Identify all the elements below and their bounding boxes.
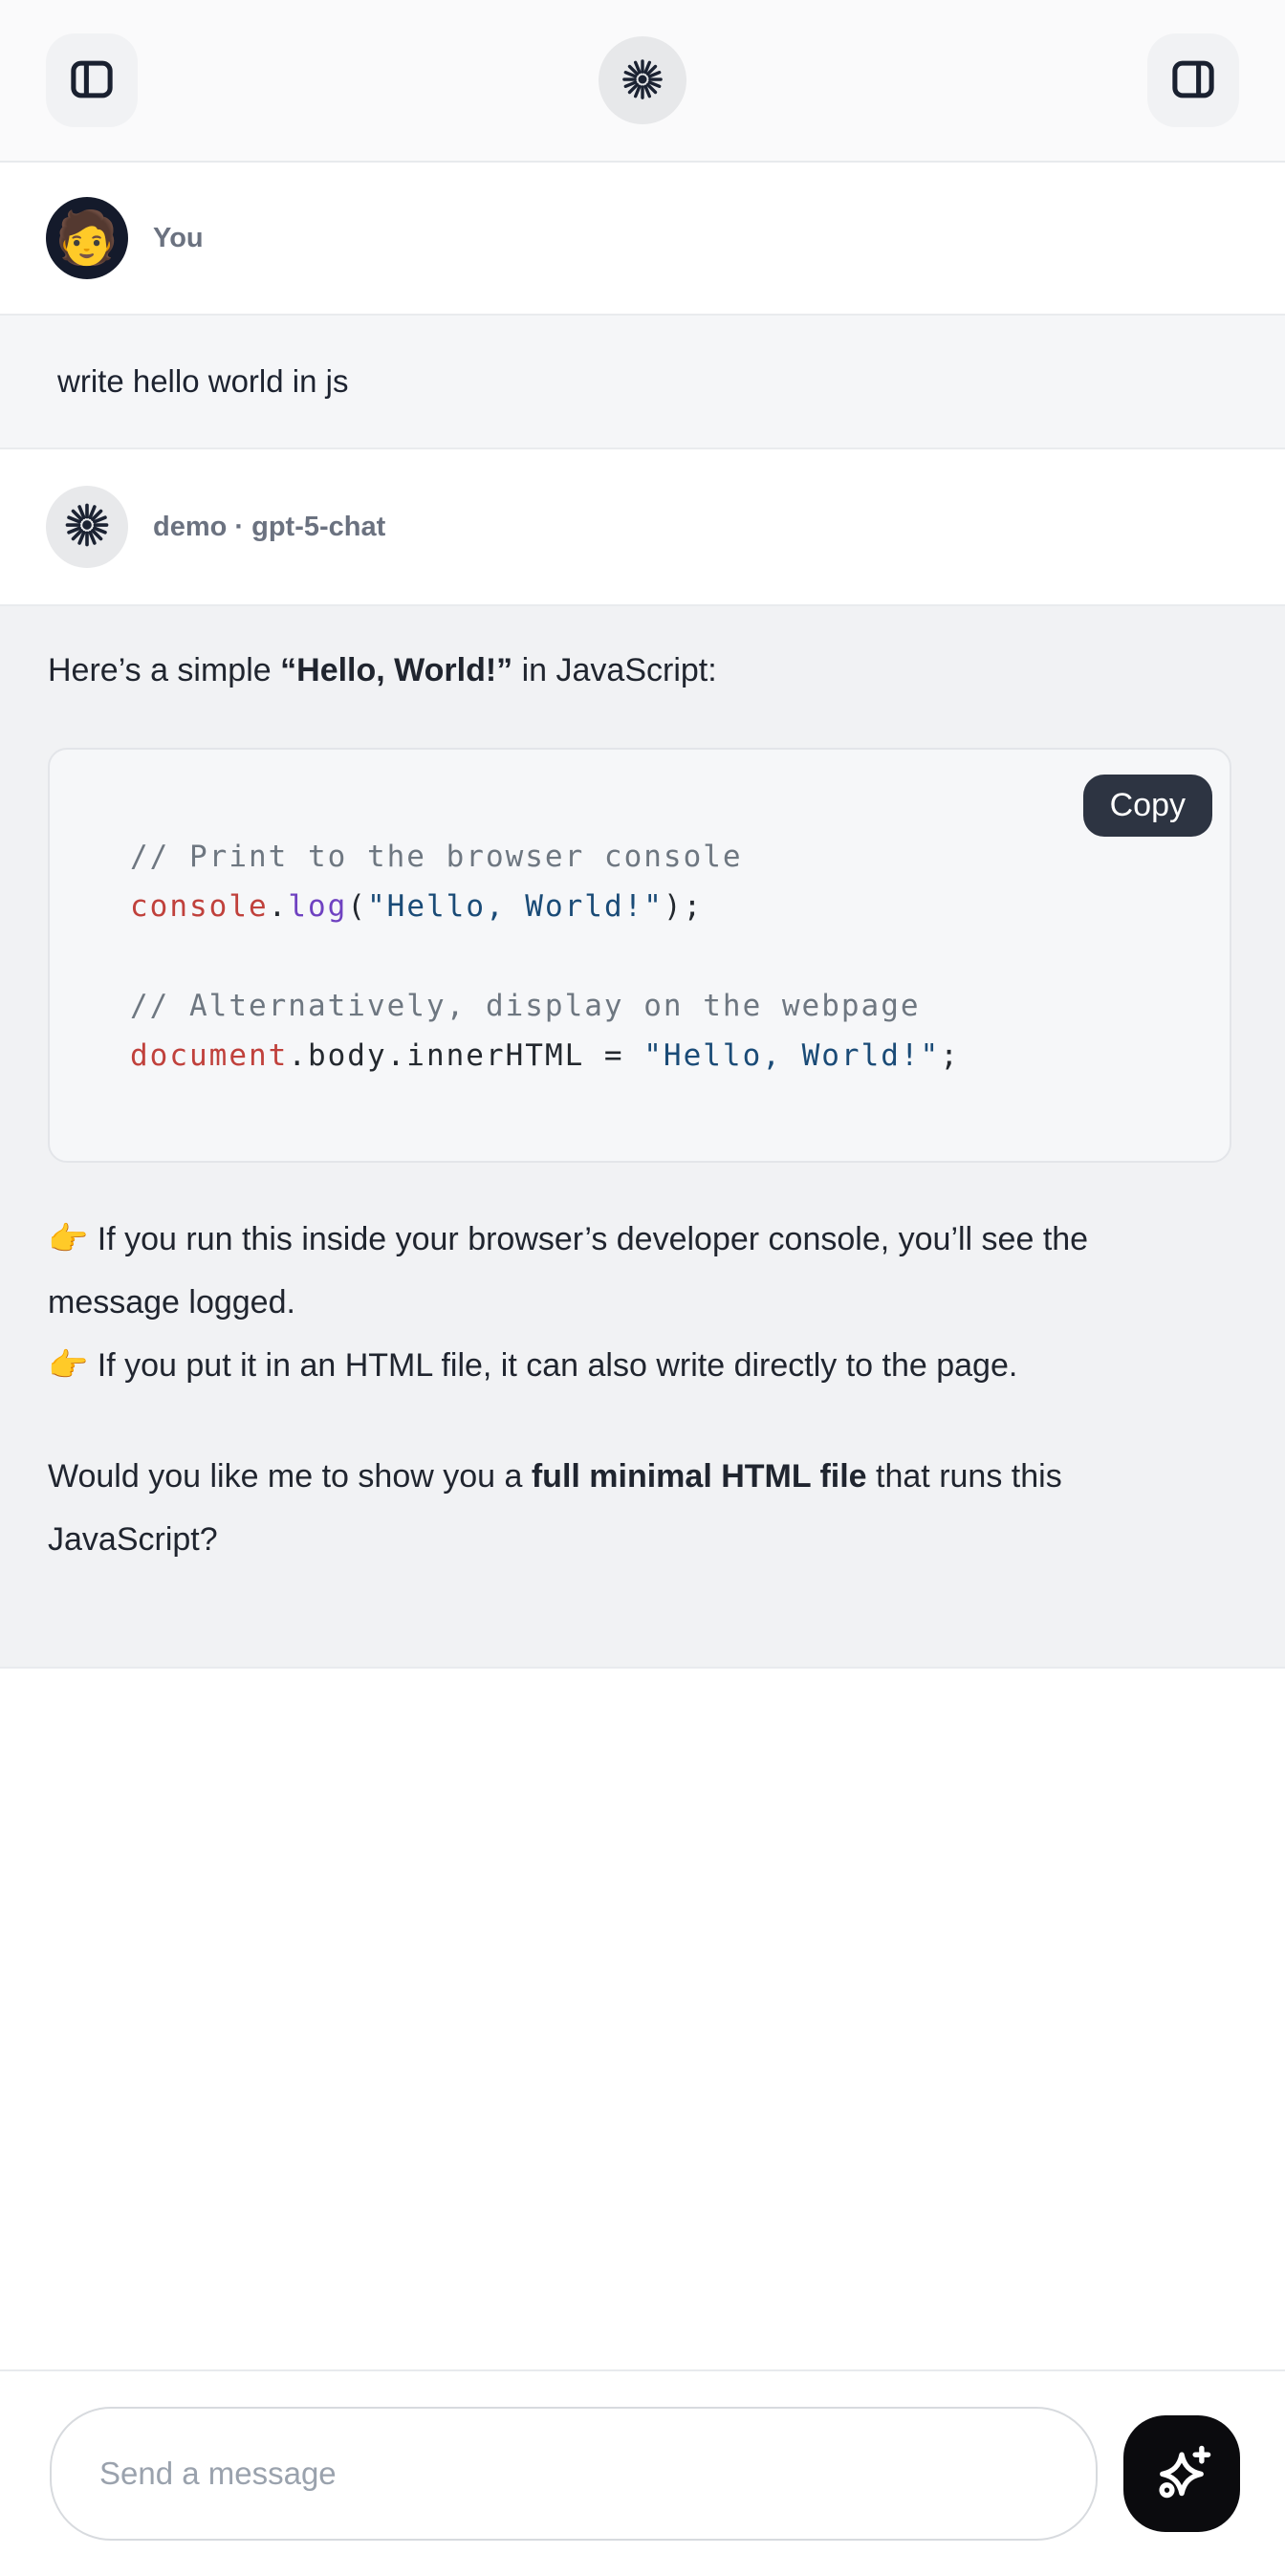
assistant-paragraph-html: 👉 If you put it in an HTML file, it can … [48,1334,1155,1397]
code-line: // Alternatively, display on the webpage [130,981,1201,1031]
assistant-paragraph-ask: Would you like me to show you a full min… [48,1445,1155,1571]
text-segment: 👉 If you put it in an HTML file, it can … [48,1347,1017,1384]
assistant-message-header: demo · gpt-5-chat [0,449,1285,604]
text-segment: Would you like me to show you a [48,1458,532,1495]
chat-empty-space [0,1669,1285,2369]
send-button[interactable] [1123,2415,1240,2532]
user-author-label: You [153,223,204,254]
assistant-author-label: demo · gpt-5-chat [153,512,385,543]
text-segment: full minimal HTML file [532,1458,867,1495]
starburst-icon [617,54,668,108]
sparkle-plus-icon [1148,2439,1215,2509]
starburst-icon [59,497,115,557]
user-message-header: 🧑 You [0,163,1285,314]
code-token-string: "Hello, World!" [643,1038,940,1073]
chat-app: 🧑 You write hello world in js [0,0,1285,2576]
code-line: // Print to the browser console [130,832,1201,882]
code-token-keyword: console [130,889,269,924]
text-segment: in JavaScript: [512,652,717,688]
code-token-keyword: document [130,1038,288,1073]
toggle-right-sidebar-button[interactable] [1147,33,1239,127]
assistant-home-button[interactable] [599,36,686,124]
message-input[interactable] [50,2407,1098,2541]
code-line [130,931,1201,981]
text-segment: Here’s a simple [48,652,280,688]
code-token-plain: . [269,889,289,924]
code-token-plain: ( [347,889,367,924]
panel-left-icon [66,54,118,108]
top-bar [0,0,1285,163]
code-token-plain: .body.innerHTML = [288,1038,643,1073]
code-token-function: log [288,889,347,924]
code-token-plain: ); [664,889,703,924]
code-content: // Print to the browser console console.l… [130,832,1201,1081]
code-line: document.body.innerHTML = "Hello, World!… [130,1031,1201,1081]
code-token-comment: // Print to the browser console [130,840,743,874]
person-emoji-icon: 🧑 [54,212,119,264]
copy-code-button[interactable]: Copy [1083,775,1212,837]
assistant-paragraph-run: 👉 If you run this inside your browser’s … [48,1208,1155,1334]
text-segment: “Hello, World!” [280,652,512,688]
code-line: console.log("Hello, World!"); [130,882,1201,931]
toggle-left-sidebar-button[interactable] [46,33,138,127]
code-token-plain: ; [940,1038,960,1073]
panel-right-icon [1167,54,1219,108]
assistant-intro-text: Here’s a simple “Hello, World!” in JavaS… [48,639,1155,702]
text-segment: 👉 If you run this inside your browser’s … [48,1221,1088,1321]
user-avatar: 🧑 [46,197,128,279]
user-message-bubble: write hello world in js [0,314,1285,449]
code-token-string: "Hello, World!" [367,889,664,924]
composer-bar [0,2369,1285,2576]
code-token-comment: // Alternatively, display on the webpage [130,989,921,1023]
assistant-avatar [46,486,128,568]
code-block: Copy // Print to the browser console cons… [48,748,1231,1163]
assistant-message-body: Here’s a simple “Hello, World!” in JavaS… [0,604,1285,1669]
user-message-text: write hello world in js [57,363,348,400]
